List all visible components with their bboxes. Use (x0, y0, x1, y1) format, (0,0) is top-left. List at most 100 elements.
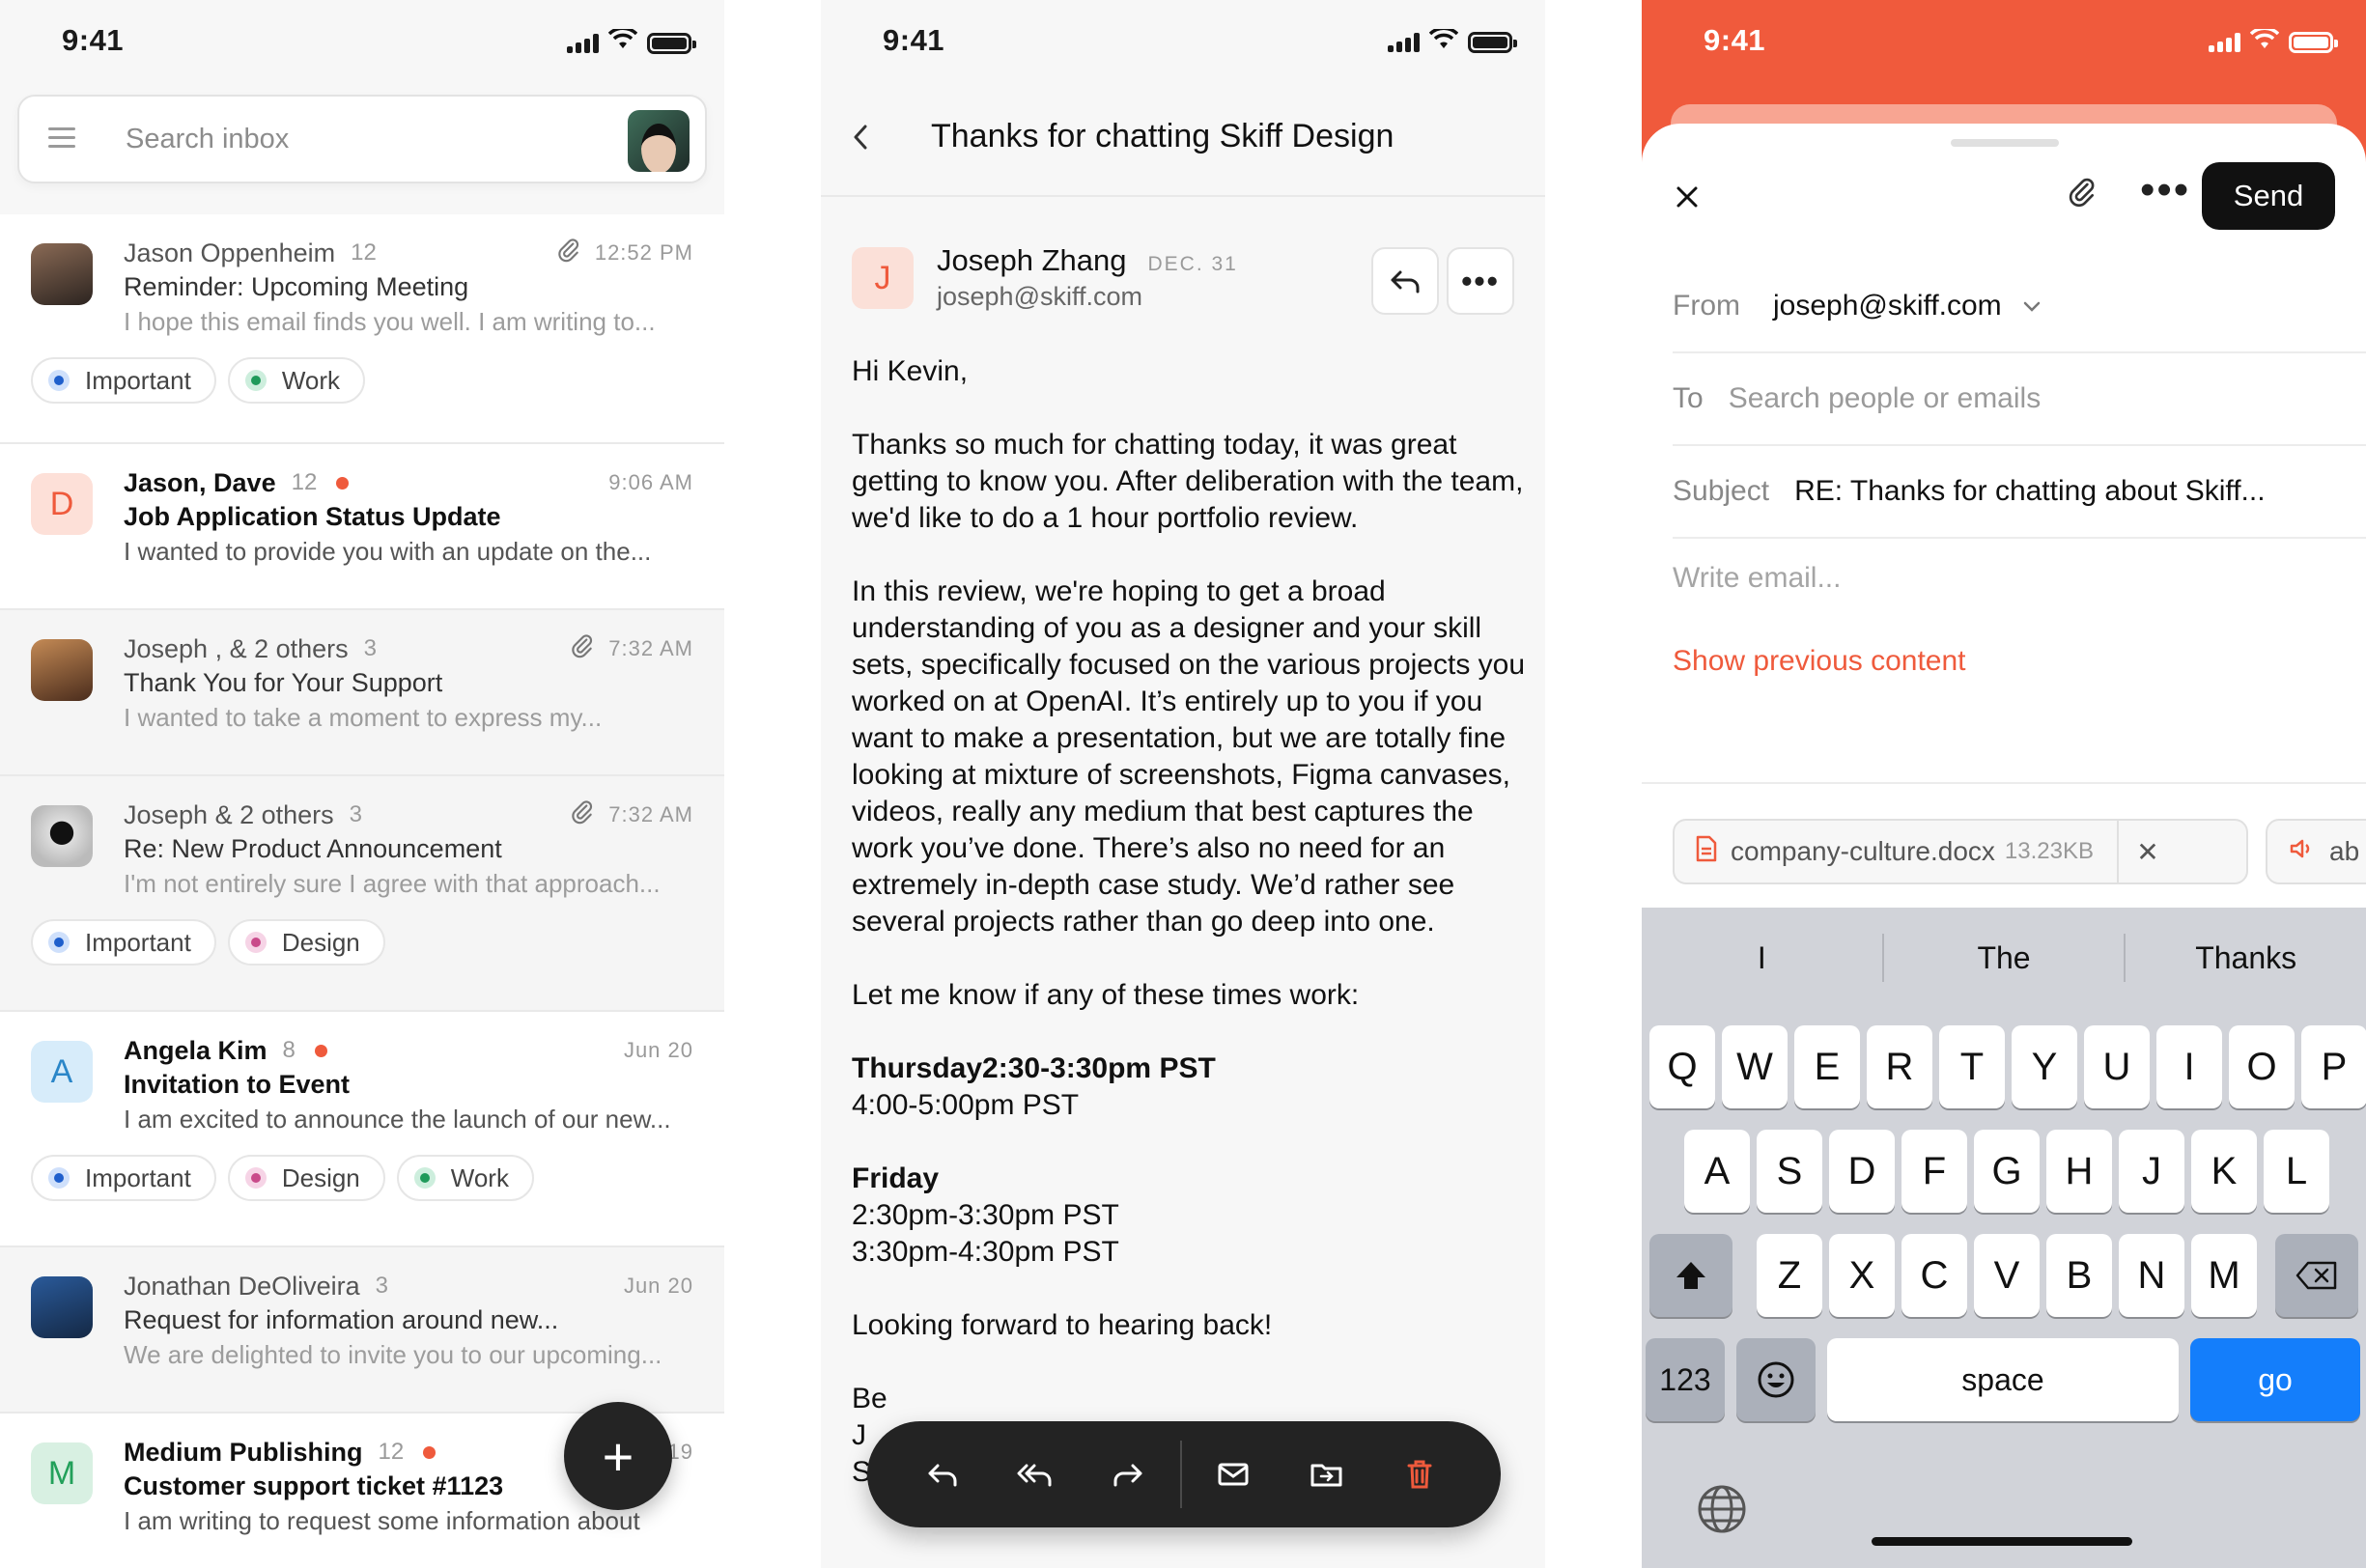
list-item[interactable]: Joseph & 2 others 3 7:32 AM Re: New Prod… (0, 776, 724, 1012)
list-item[interactable]: Jason Oppenheim 12 12:52 PM Reminder: Up… (0, 214, 724, 444)
key[interactable]: W (1722, 1025, 1788, 1108)
back-icon[interactable] (850, 120, 871, 163)
attachment-icon[interactable] (2067, 176, 2098, 217)
reply-button[interactable] (1371, 247, 1439, 315)
document-icon (1696, 835, 1717, 869)
key[interactable]: U (2084, 1025, 2150, 1108)
status-time: 9:41 (62, 23, 125, 57)
timestamp: Jun 20 (623, 1038, 693, 1062)
move-folder-icon[interactable] (1281, 1428, 1373, 1521)
key[interactable]: J (2119, 1130, 2184, 1213)
key[interactable]: Q (1649, 1025, 1715, 1108)
drag-handle[interactable] (1951, 139, 2059, 147)
key[interactable]: N (2119, 1234, 2184, 1317)
list-item[interactable]: D Jason, Dave 12 9:06 AM Job Application… (0, 444, 724, 610)
avatar: A (31, 1041, 93, 1103)
backspace-key[interactable] (2275, 1234, 2358, 1317)
list-item[interactable]: Joseph , & 2 others 3 7:32 AM Thank You … (0, 610, 724, 776)
label-tag[interactable]: Design (227, 1155, 385, 1201)
avatar (31, 1276, 93, 1338)
key[interactable]: H (2046, 1130, 2112, 1213)
key[interactable]: T (1939, 1025, 2005, 1108)
globe-icon[interactable] (1696, 1483, 1748, 1547)
send-button[interactable]: Send (2202, 162, 2335, 230)
search-bar[interactable]: Search inbox (17, 95, 707, 183)
label-tag[interactable]: Design (227, 919, 385, 966)
thread-count: 12 (291, 469, 318, 495)
menu-icon[interactable] (48, 127, 75, 149)
wifi-icon (607, 26, 638, 57)
remove-attachment-icon[interactable]: ✕ (2116, 821, 2177, 882)
wifi-icon (2249, 26, 2280, 55)
avatar[interactable] (628, 110, 690, 172)
attachment-chip[interactable]: ab (2266, 819, 2366, 884)
label-tag[interactable]: Important (31, 1155, 216, 1201)
key[interactable]: A (1684, 1130, 1750, 1213)
shift-key[interactable] (1649, 1234, 1732, 1317)
key[interactable]: M (2191, 1234, 2257, 1317)
from-field[interactable]: From joseph@skiff.com (1673, 261, 2366, 353)
trash-icon[interactable] (1373, 1428, 1466, 1521)
key[interactable]: I (2156, 1025, 2222, 1108)
forward-icon[interactable] (1082, 1428, 1174, 1521)
key[interactable]: V (1974, 1234, 2040, 1317)
show-previous-link[interactable]: Show previous content (1673, 645, 1966, 678)
list-item[interactable]: Jonathan DeOliveira 3 Jun 20 Request for… (0, 1247, 724, 1414)
key[interactable]: D (1829, 1130, 1895, 1213)
thread-count: 3 (349, 801, 362, 827)
key[interactable]: C (1901, 1234, 1967, 1317)
attachment-icon (570, 633, 595, 665)
message-screen: 9:41 Thanks for chatting Skiff Design J … (821, 0, 1545, 1568)
to-field[interactable]: To Search people or emails (1673, 353, 2366, 446)
reply-icon[interactable] (896, 1428, 989, 1521)
unread-dot-icon (336, 476, 350, 490)
key[interactable]: B (2046, 1234, 2112, 1317)
suggestion-item[interactable]: I (1642, 940, 1882, 976)
signal-icon (1388, 32, 1420, 52)
subject-field[interactable]: Subject RE: Thanks for chatting about Sk… (1673, 446, 2366, 539)
label-tag[interactable]: Important (31, 357, 216, 404)
subject: Invitation to Event (124, 1070, 351, 1099)
key[interactable]: F (1901, 1130, 1967, 1213)
label-tag[interactable]: Work (396, 1155, 534, 1201)
mark-read-icon[interactable] (1188, 1428, 1281, 1521)
numbers-key[interactable]: 123 (1646, 1338, 1725, 1421)
search-input[interactable]: Search inbox (126, 124, 289, 155)
suggestion-item[interactable]: Thanks (2126, 940, 2366, 976)
signal-icon (567, 33, 599, 53)
sender: Jason Oppenheim (124, 238, 336, 267)
space-key[interactable]: space (1827, 1338, 2179, 1421)
key[interactable]: S (1757, 1130, 1822, 1213)
avatar (31, 639, 93, 701)
message-header: Thanks for chatting Skiff Design (821, 83, 1545, 197)
status-time: 9:41 (883, 23, 945, 57)
key[interactable]: K (2191, 1130, 2257, 1213)
label-dot-icon (413, 1167, 436, 1189)
reply-all-icon[interactable] (989, 1428, 1082, 1521)
attachment-chip[interactable]: company-culture.docx 13.23KB ✕ (1673, 819, 2248, 884)
key[interactable]: Y (2012, 1025, 2077, 1108)
more-button[interactable]: ••• (1447, 247, 1514, 315)
list-item[interactable]: A Angela Kim 8 Jun 20 Invitation to Even… (0, 1012, 724, 1247)
key[interactable]: E (1794, 1025, 1860, 1108)
key[interactable]: R (1867, 1025, 1932, 1108)
key[interactable]: O (2229, 1025, 2295, 1108)
key[interactable]: Z (1757, 1234, 1822, 1317)
backspace-icon (2296, 1261, 2337, 1290)
key[interactable]: L (2264, 1130, 2329, 1213)
close-icon[interactable] (1675, 176, 1700, 219)
preview: I wanted to take a moment to express my.… (124, 703, 603, 732)
key[interactable]: P (2301, 1025, 2366, 1108)
chevron-down-icon[interactable] (2023, 294, 2041, 319)
emoji-key[interactable] (1736, 1338, 1816, 1421)
key[interactable]: G (1974, 1130, 2040, 1213)
go-key[interactable]: go (2190, 1338, 2360, 1421)
label-tag[interactable]: Important (31, 919, 216, 966)
more-icon[interactable]: ••• (2140, 166, 2190, 214)
suggestion-item[interactable]: The (1884, 940, 2125, 976)
compose-button[interactable]: + (564, 1402, 672, 1510)
key[interactable]: X (1829, 1234, 1895, 1317)
label-tag[interactable]: Work (227, 357, 366, 404)
email-body-input[interactable]: Write email... (1673, 562, 1841, 595)
sender: Joseph & 2 others (124, 799, 334, 829)
